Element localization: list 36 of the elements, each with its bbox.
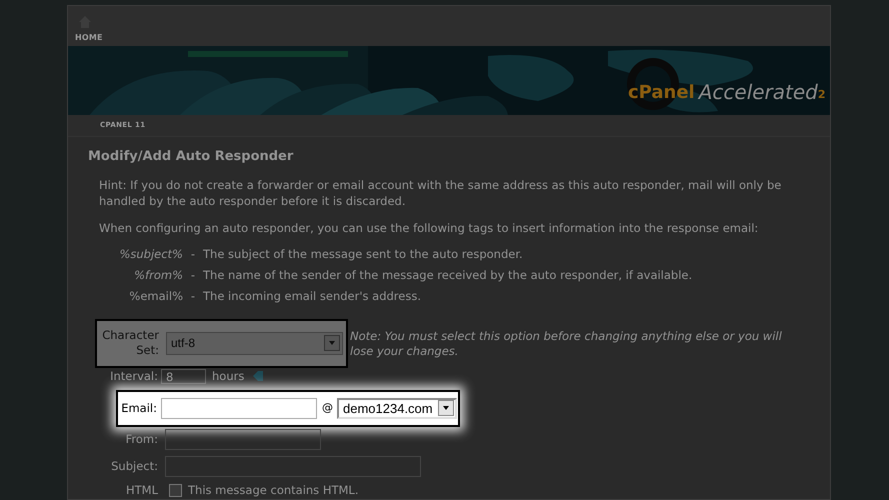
at-sign: @ [322, 400, 333, 416]
hint-text: Hint: If you do not create a forwarder or email account with the same address as this auto responder, mail will only be handled by the auto responder before it is discarded. [99, 176, 782, 209]
tag-name: %subject% [118, 246, 183, 262]
text-field[interactable] [165, 428, 321, 450]
tag-description: The name of the sender of the message received by the auto responder, if available. [203, 266, 692, 283]
email-field[interactable] [161, 398, 317, 419]
page-heading: Modify/Add Auto Responder [88, 148, 294, 165]
dash: - [190, 266, 196, 283]
unit-label: hours [212, 368, 244, 385]
caret-icon [438, 400, 454, 416]
tag-name: %email% [128, 288, 183, 304]
dash: - [190, 246, 196, 262]
field-label: Character Set: [101, 328, 159, 358]
character-set-dropdown[interactable]: utf-8 [166, 332, 343, 355]
tag-name: %from% [133, 266, 183, 283]
caret-icon [324, 335, 340, 352]
version-number: 2 [818, 88, 826, 102]
field-label: HTML [124, 482, 158, 499]
domain-dropdown[interactable]: demo1234.com [337, 398, 457, 419]
field-label: From: [124, 430, 158, 448]
field-label: Interval: [109, 368, 158, 385]
product-logo-text: Accelerated [698, 82, 818, 102]
field-label: Subject: [110, 458, 158, 475]
text-field[interactable] [165, 456, 421, 477]
dash: - [190, 288, 196, 304]
interval-field[interactable]: 8 [161, 368, 206, 384]
checkbox[interactable] [169, 484, 182, 497]
tags-intro-text: When configuring an auto responder, you can use the following tags to insert information into the response email: [99, 220, 760, 236]
tag-description: The subject of the message sent to the auto responder. [203, 246, 523, 262]
note-text: Note: You must select this option before changing anything else or you will lose your changes. [350, 328, 783, 359]
checkbox-label: This message contains HTML. [188, 482, 358, 499]
help-icon[interactable] [252, 370, 264, 382]
home-link[interactable]: HOME [75, 34, 103, 42]
tag-description: The incoming email sender's address. [203, 288, 422, 304]
field-label: Email: [120, 400, 157, 417]
brand-logo-text: cPanel [628, 84, 695, 102]
